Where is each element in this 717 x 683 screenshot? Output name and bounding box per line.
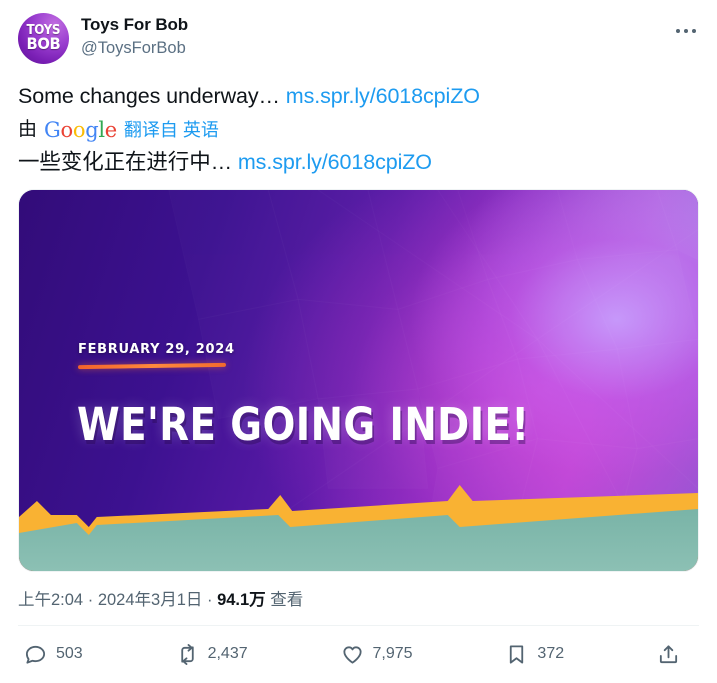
tweet-text-translated: 一些变化正在进行中… ms.spr.ly/6018cpiZO: [18, 148, 699, 177]
avatar-logo: TOYS BOB: [18, 13, 69, 64]
tweet-meta: 上午2:04 · 2024年3月1日 · 94.1万 查看: [18, 589, 699, 611]
author-names: Toys For Bob @ToysForBob: [81, 13, 188, 59]
tweet-time: 上午2:04: [18, 591, 84, 609]
google-letter-g: g: [85, 118, 99, 142]
google-letter-o2: o: [72, 118, 86, 142]
translation-prefix: 由: [18, 119, 38, 140]
comment-icon: [24, 643, 47, 666]
meta-separator-2: ·: [206, 591, 213, 609]
tweet-text-original: Some changes underway… ms.spr.ly/6018cpi…: [18, 82, 699, 111]
tweet-media-image[interactable]: FEBRUARY 29, 2024 WE'RE GOING INDIE!: [18, 189, 699, 572]
bookmark-icon: [505, 643, 528, 666]
translation-attribution: 由 Google 翻译自 英语: [18, 116, 699, 144]
retweet-button[interactable]: 2,437: [172, 639, 252, 670]
reply-button[interactable]: 503: [20, 639, 87, 670]
author-display-name[interactable]: Toys For Bob: [81, 14, 188, 36]
avatar-logo-line2: BOB: [26, 34, 61, 54]
tweet-link-original[interactable]: ms.spr.ly/6018cpiZO: [286, 84, 480, 108]
tweet-text-translated-content: 一些变化正在进行中…: [18, 150, 238, 174]
google-letter-o1: o: [60, 118, 74, 142]
translated-from-label[interactable]: 翻译自 英语: [124, 116, 219, 144]
media-date-block: FEBRUARY 29, 2024: [77, 342, 235, 370]
media-headline: WE'RE GOING INDIE!: [77, 398, 530, 451]
tweet-text-original-content: Some changes underway…: [18, 84, 286, 108]
bookmark-count: 372: [537, 645, 565, 662]
like-count: 7,975: [372, 645, 413, 662]
google-logo-icon: Google: [44, 116, 117, 144]
more-options-button[interactable]: [669, 14, 703, 48]
like-button[interactable]: 7,975: [337, 639, 417, 670]
ellipsis-dot-icon: [676, 29, 680, 33]
tweet-header: TOYS BOB Toys For Bob @ToysForBob: [18, 0, 699, 72]
tweet-link-translated[interactable]: ms.spr.ly/6018cpiZO: [238, 150, 432, 174]
reply-count: 503: [56, 645, 83, 662]
media-landscape-graphic: [19, 471, 698, 571]
bookmark-button[interactable]: 372: [501, 639, 568, 670]
actions-divider: [18, 625, 699, 626]
google-letter-G: G: [44, 118, 61, 142]
tweet-views-label: 查看: [270, 591, 304, 609]
author-handle[interactable]: @ToysForBob: [81, 37, 188, 59]
tweet-actions-bar: 503 2,437 7,975 372: [18, 630, 699, 678]
ellipsis-dot-icon: [684, 29, 688, 33]
google-letter-e: e: [104, 118, 117, 142]
tweet-views-count: 94.1万: [217, 591, 266, 609]
tweet-card: TOYS BOB Toys For Bob @ToysForBob Some c…: [0, 0, 717, 683]
meta-separator-1: ·: [87, 591, 94, 609]
avatar[interactable]: TOYS BOB: [18, 13, 69, 64]
ellipsis-dot-icon: [692, 29, 696, 33]
tweet-date: 2024年3月1日: [97, 591, 203, 609]
heart-icon: [341, 643, 364, 666]
retweet-icon: [176, 643, 199, 666]
retweet-count: 2,437: [207, 645, 248, 662]
share-icon: [657, 643, 680, 666]
share-button[interactable]: [653, 639, 693, 670]
media-date-label: FEBRUARY 29, 2024: [78, 342, 235, 357]
